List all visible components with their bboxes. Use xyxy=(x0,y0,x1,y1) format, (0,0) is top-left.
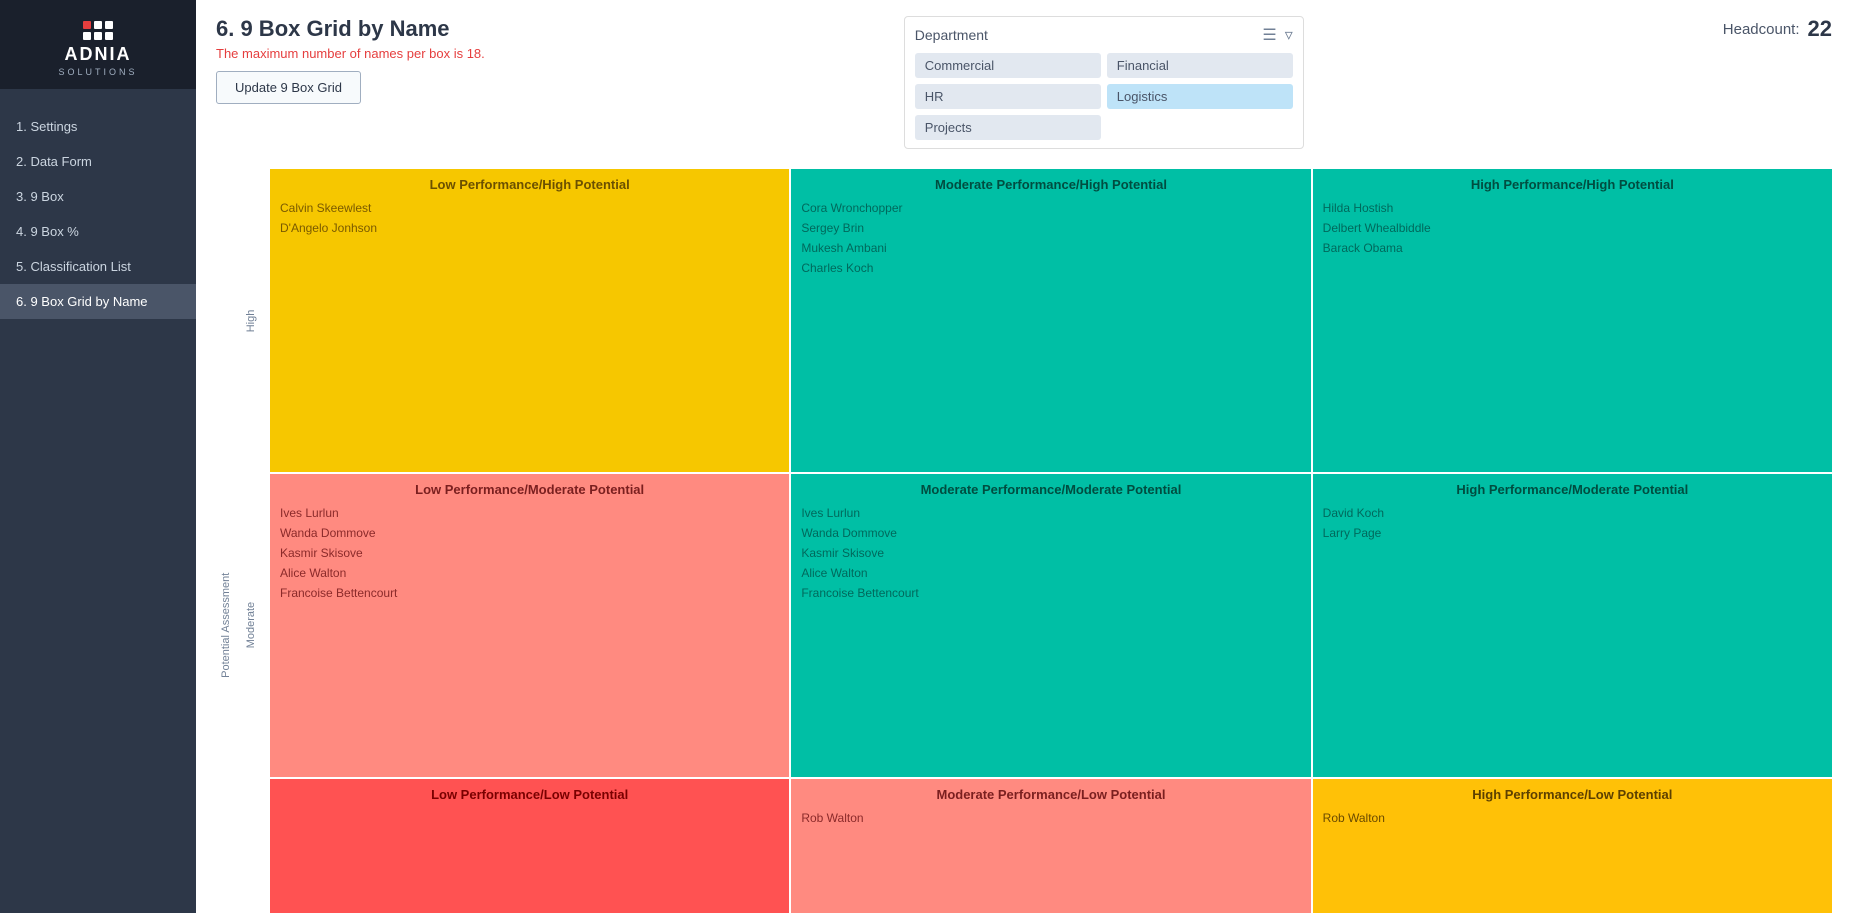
y-section-label: High xyxy=(245,169,257,473)
logo-text: ADNIA xyxy=(12,44,184,65)
sidebar-item[interactable]: 3. 9 Box xyxy=(0,179,196,214)
filter-header: Department ☰ ▿ xyxy=(915,25,1293,45)
cell-person-name: Ives Lurlun xyxy=(801,505,1300,521)
logo-dot xyxy=(105,32,113,40)
filter-tag[interactable]: Logistics xyxy=(1107,84,1293,109)
cell-title: Low Performance/Low Potential xyxy=(280,787,779,802)
cell-title: High Performance/High Potential xyxy=(1323,177,1822,192)
grid-cell: High Performance/Moderate Potential David… xyxy=(1313,474,1832,777)
grid-cell: Low Performance/Moderate Potential Ives L… xyxy=(270,474,789,777)
y-label-group: HighModerateLow xyxy=(236,169,266,913)
logo-dot xyxy=(83,32,91,40)
filter-icons: ☰ ▿ xyxy=(1262,25,1292,45)
cell-person-name: Wanda Dommove xyxy=(280,525,779,541)
headcount-area: Headcount: 22 xyxy=(1723,16,1832,42)
cell-person-name: D'Angelo Jonhson xyxy=(280,220,779,236)
logo-dot xyxy=(83,21,91,29)
sidebar-item[interactable]: 6. 9 Box Grid by Name xyxy=(0,284,196,319)
sidebar-item[interactable]: 2. Data Form xyxy=(0,144,196,179)
grid-cell: High Performance/Low Potential Rob Walton xyxy=(1313,779,1832,913)
grid-cell: Low Performance/Low Potential xyxy=(270,779,789,913)
cell-title: High Performance/Moderate Potential xyxy=(1323,482,1822,497)
headcount-label: Headcount: xyxy=(1723,21,1800,38)
sidebar-item[interactable]: 1. Settings xyxy=(0,109,196,144)
filter-tag[interactable]: Financial xyxy=(1107,53,1293,78)
logo-sub: SOLUTIONS xyxy=(12,67,184,77)
9box-grid: Low Performance/High Potential Calvin Ske… xyxy=(270,169,1832,913)
filter-tag[interactable]: Projects xyxy=(915,115,1101,140)
logo-area: ADNIA SOLUTIONS xyxy=(0,0,196,89)
cell-person-name: Francoise Bettencourt xyxy=(280,585,779,601)
sidebar-item[interactable]: 4. 9 Box % xyxy=(0,214,196,249)
filter-tags: CommercialFinancialHRLogisticsProjects xyxy=(915,53,1293,140)
cell-person-name: Sergey Brin xyxy=(801,220,1300,236)
grid-wrapper: Potential Assessment HighModerateLow Low… xyxy=(216,169,1832,913)
cell-person-name: Hilda Hostish xyxy=(1323,200,1822,216)
cell-title: Moderate Performance/Moderate Potential xyxy=(801,482,1300,497)
filter-title: Department xyxy=(915,27,988,43)
y-section-label: Moderate xyxy=(245,473,257,777)
cell-title: High Performance/Low Potential xyxy=(1323,787,1822,802)
nav-items: 1. Settings2. Data Form3. 9 Box4. 9 Box … xyxy=(0,109,196,913)
filter-list-icon[interactable]: ☰ xyxy=(1262,25,1276,45)
cell-title: Moderate Performance/High Potential xyxy=(801,177,1300,192)
subtitle: The maximum number of names per box is 1… xyxy=(216,46,485,61)
cell-person-name: Ives Lurlun xyxy=(280,505,779,521)
cell-person-name: Calvin Skeewlest xyxy=(280,200,779,216)
filter-tag[interactable]: Commercial xyxy=(915,53,1101,78)
filter-area: Department ☰ ▿ CommercialFinancialHRLogi… xyxy=(904,16,1304,149)
cell-person-name: Larry Page xyxy=(1323,525,1822,541)
page-title: 6. 9 Box Grid by Name xyxy=(216,16,485,42)
grid-cell: Low Performance/High Potential Calvin Ske… xyxy=(270,169,789,472)
cell-person-name: Mukesh Ambani xyxy=(801,240,1300,256)
logo-dot xyxy=(94,32,102,40)
grid-cell: Moderate Performance/Low Potential Rob Wa… xyxy=(791,779,1310,913)
cell-person-name: Wanda Dommove xyxy=(801,525,1300,541)
cell-person-name: Alice Walton xyxy=(801,565,1300,581)
title-area: 6. 9 Box Grid by Name The maximum number… xyxy=(216,16,485,104)
cell-person-name: Kasmir Skisove xyxy=(280,545,779,561)
grid-cell: High Performance/High Potential Hilda Hos… xyxy=(1313,169,1832,472)
y-section-label: Low xyxy=(245,778,257,913)
cell-person-name: Cora Wronchopper xyxy=(801,200,1300,216)
update-9box-button[interactable]: Update 9 Box Grid xyxy=(216,71,361,104)
y-axis-title: Potential Assessment xyxy=(216,169,236,913)
cell-person-name: David Koch xyxy=(1323,505,1822,521)
main-content: 6. 9 Box Grid by Name The maximum number… xyxy=(196,0,1852,913)
logo-dot xyxy=(94,21,102,29)
sidebar-item[interactable]: 5. Classification List xyxy=(0,249,196,284)
cell-title: Low Performance/Moderate Potential xyxy=(280,482,779,497)
headcount-value: 22 xyxy=(1808,16,1832,42)
grid-cell: Moderate Performance/High Potential Cora … xyxy=(791,169,1310,472)
grid-cell: Moderate Performance/Moderate Potential I… xyxy=(791,474,1310,777)
cell-person-name: Rob Walton xyxy=(1323,810,1822,826)
filter-tag[interactable]: HR xyxy=(915,84,1101,109)
cell-person-name: Kasmir Skisove xyxy=(801,545,1300,561)
logo-dot xyxy=(105,21,113,29)
cell-person-name: Alice Walton xyxy=(280,565,779,581)
cell-person-name: Francoise Bettencourt xyxy=(801,585,1300,601)
cell-person-name: Delbert Whealbiddle xyxy=(1323,220,1822,236)
cell-person-name: Charles Koch xyxy=(801,260,1300,276)
sidebar: ADNIA SOLUTIONS 1. Settings2. Data Form3… xyxy=(0,0,196,913)
topbar: 6. 9 Box Grid by Name The maximum number… xyxy=(216,16,1832,149)
cell-person-name: Rob Walton xyxy=(801,810,1300,826)
cell-person-name: Barack Obama xyxy=(1323,240,1822,256)
logo-grid xyxy=(83,21,113,40)
cell-title: Low Performance/High Potential xyxy=(280,177,779,192)
cell-title: Moderate Performance/Low Potential xyxy=(801,787,1300,802)
filter-funnel-icon[interactable]: ▿ xyxy=(1285,25,1293,45)
